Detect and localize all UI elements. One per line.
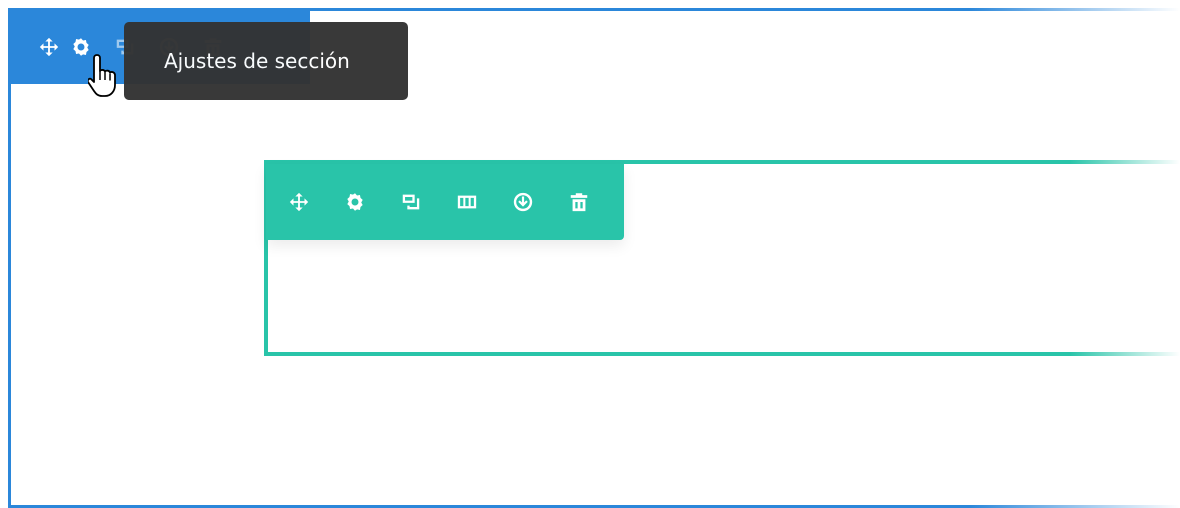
row-columns-button[interactable] [456, 185, 512, 219]
columns-icon [456, 191, 478, 213]
row-toolbar [266, 164, 624, 240]
move-icon [288, 191, 310, 213]
row-settings-button[interactable] [344, 185, 400, 219]
row-move-button[interactable] [288, 185, 344, 219]
gear-icon [344, 191, 366, 213]
row-save-to-library-button[interactable] [512, 185, 568, 219]
section-settings-tooltip: Ajustes de sección [124, 22, 408, 100]
row-delete-button[interactable] [568, 185, 624, 219]
row-border-bottom [264, 352, 1180, 356]
row-duplicate-button[interactable] [400, 185, 456, 219]
hand-cursor-icon [88, 54, 116, 97]
save-to-library-icon [512, 191, 534, 213]
trash-icon [568, 191, 590, 213]
duplicate-icon [400, 191, 422, 213]
tooltip-text: Ajustes de sección [164, 49, 350, 73]
